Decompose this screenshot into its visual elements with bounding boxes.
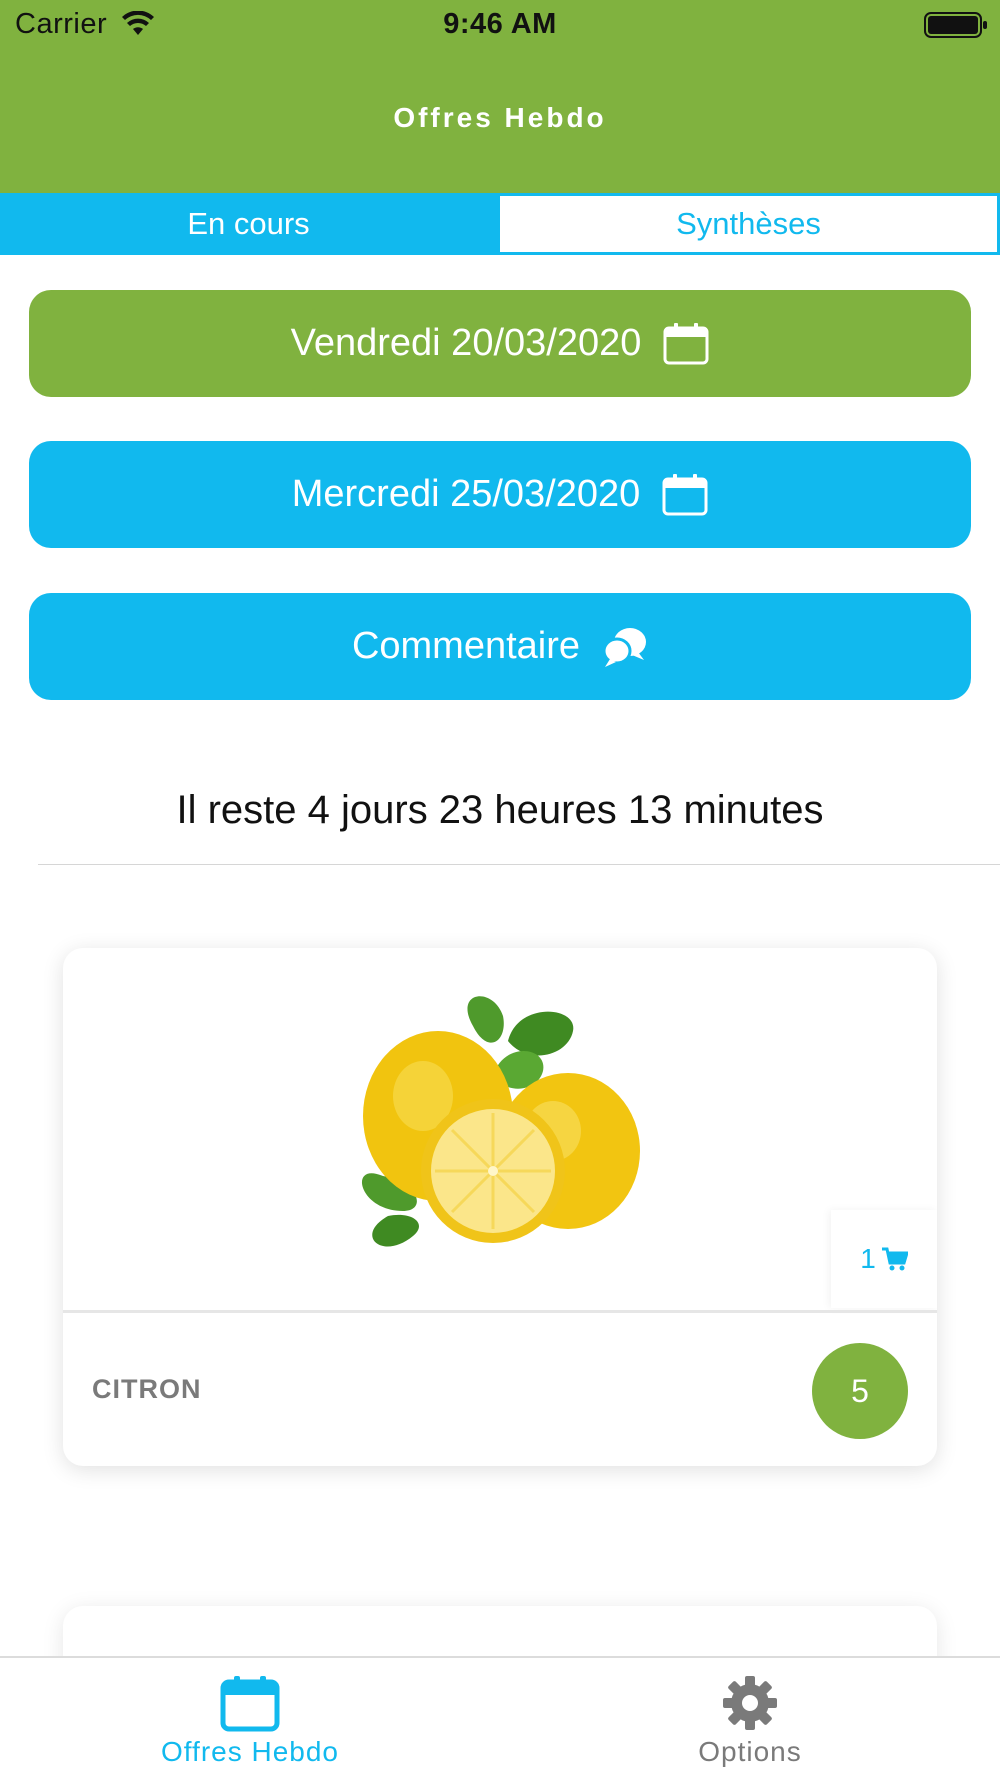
status-time: 9:46 AM	[443, 8, 557, 40]
calendar-icon	[220, 1676, 280, 1732]
end-date-button[interactable]: Mercredi 25/03/2020	[29, 441, 971, 548]
battery-icon	[924, 12, 987, 38]
divider	[38, 864, 1000, 865]
tabbar-label-options: Options	[698, 1736, 802, 1767]
tab-en-cours[interactable]: En cours	[0, 193, 497, 255]
tabbar-label-offres-hebdo: Offres Hebdo	[160, 1736, 340, 1767]
lemons-image	[361, 996, 640, 1247]
calendar-icon	[662, 473, 708, 515]
status-bar: Carrier 9:46 AM	[0, 0, 1000, 52]
gear-icon	[723, 1676, 777, 1730]
header: Carrier 9:46 AM Offres Hebdo	[0, 0, 1000, 193]
end-date-label: Mercredi 25/03/2020	[291, 473, 641, 515]
cart-count: 1	[860, 1243, 876, 1274]
comment-button[interactable]: Commentaire	[29, 593, 971, 700]
calendar-icon	[663, 322, 709, 364]
start-date-label: Vendredi 20/03/2020	[290, 322, 642, 364]
quantity-badge[interactable]: 5	[812, 1343, 908, 1439]
cart-icon	[881, 1247, 908, 1271]
segmented-tabs: En cours Synthèses	[0, 193, 1000, 255]
cart-badge[interactable]: 1	[831, 1210, 937, 1308]
product-card[interactable]: 1 CITRON 5	[63, 948, 937, 1466]
tabbar-item-offres-hebdo[interactable]: Offres Hebdo	[0, 1658, 500, 1778]
tab-syntheses[interactable]: Synthèses	[497, 193, 1000, 255]
tabbar-item-options[interactable]: Options	[500, 1658, 1000, 1778]
comment-label: Commentaire	[351, 625, 581, 667]
chat-bubbles-icon	[602, 627, 647, 667]
app-screen: Carrier 9:46 AM Offres Hebdo En cours Sy…	[0, 0, 1000, 1778]
product-image-area	[63, 948, 937, 1310]
countdown-text: Il reste 4 jours 23 heures 13 minutes	[176, 788, 824, 832]
start-date-button[interactable]: Vendredi 20/03/2020	[29, 290, 971, 397]
page-title: Offres Hebdo	[393, 102, 607, 133]
card-separator	[63, 1310, 937, 1313]
bottom-tab-bar: Offres Hebdo Options	[0, 1656, 1000, 1778]
product-name: CITRON	[92, 1374, 202, 1404]
